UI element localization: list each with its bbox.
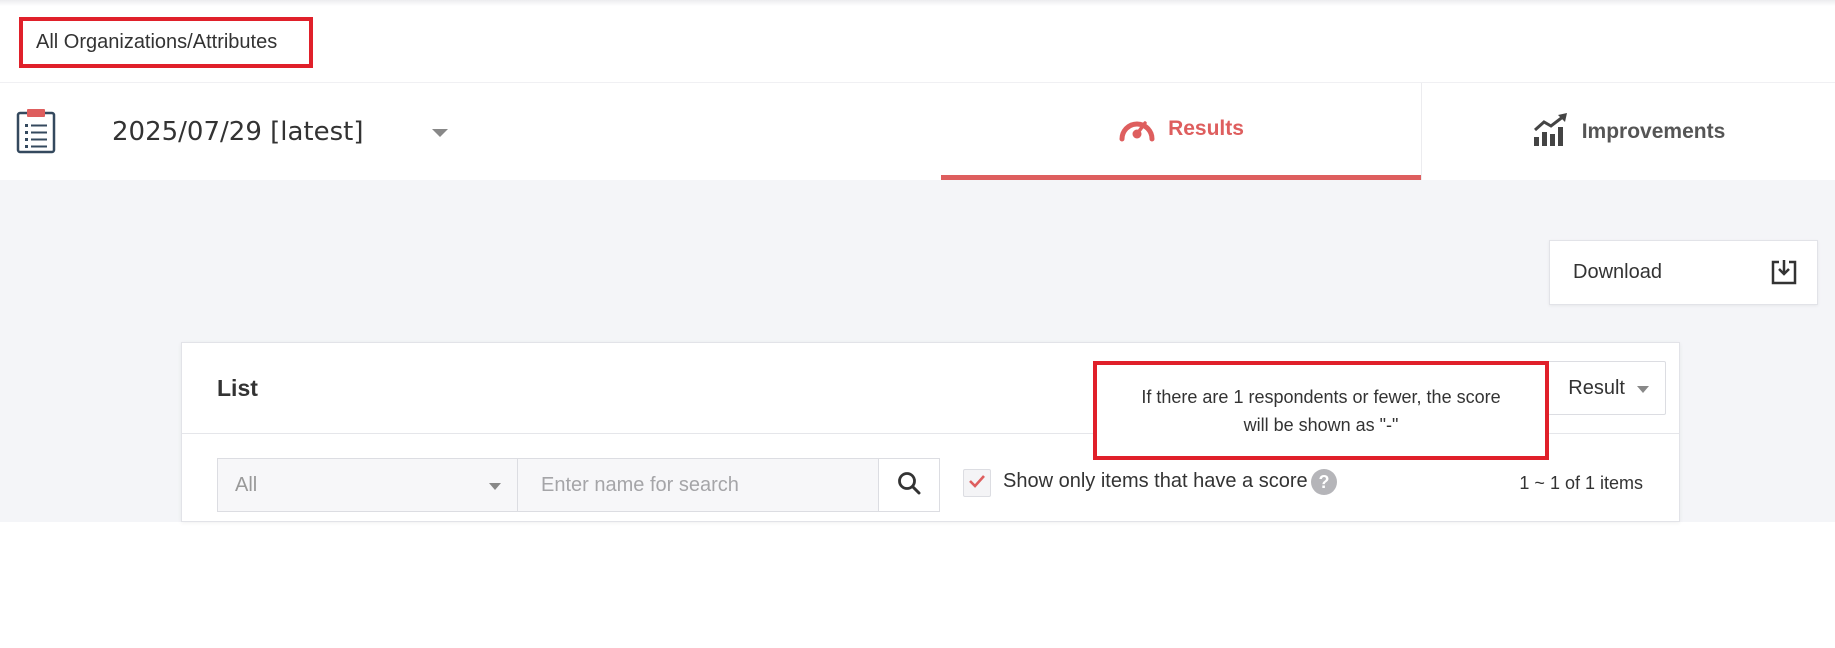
items-count: 1 ~ 1 of 1 items [1519,473,1643,493]
breadcrumb[interactable]: All Organizations/Attributes [19,17,313,68]
tab-results-label: Results [1168,117,1244,140]
tab-improvements[interactable]: Improvements [1421,83,1835,181]
header-bar: 2025/07/29 [latest] Results Improvements [0,82,1835,181]
download-tray-icon [1771,259,1797,285]
breadcrumb-label: All Organizations/Attributes [36,31,278,53]
tab-results[interactable]: Results [941,83,1421,181]
caret-down-icon [1637,386,1649,393]
survey-date-value: 2025/07/29 [latest] [112,117,364,147]
score-help-tooltip: If there are 1 respondents or fewer, the… [1093,361,1549,460]
search-icon [897,471,921,500]
tab-improvements-label: Improvements [1581,120,1726,143]
survey-date-select[interactable]: 2025/07/29 [latest] [112,83,448,181]
search-input[interactable] [517,458,879,512]
score-only-label[interactable]: Show only items that have a score [1003,470,1308,493]
download-label: Download [1573,261,1662,283]
help-icon[interactable]: ? [1311,469,1337,495]
trending-up-chart-icon [1532,112,1570,152]
search-button[interactable] [878,458,940,512]
score-only-checkbox[interactable] [963,469,991,497]
clipboard-list-icon [16,108,56,154]
top-shadow [0,0,1835,6]
category-filter-value: All [235,474,258,496]
category-filter-select[interactable]: All [217,458,518,512]
tooltip-text: If there are 1 respondents or fewer, the… [1141,386,1501,435]
caret-down-icon [489,483,501,490]
checkmark-icon [968,474,986,493]
gauge-icon [1118,111,1156,148]
list-title: List [217,375,258,401]
caret-down-icon [432,129,448,137]
download-button[interactable]: Download [1549,240,1818,305]
